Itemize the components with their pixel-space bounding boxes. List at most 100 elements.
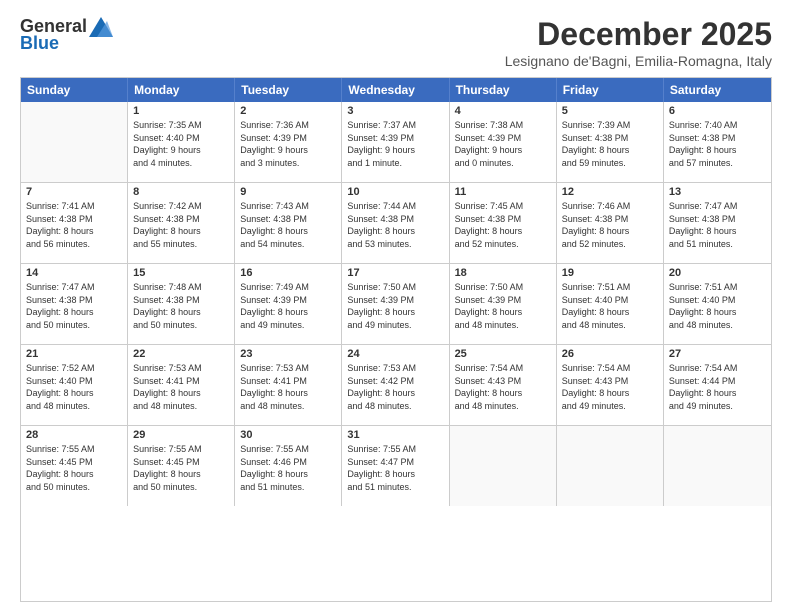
- calendar-row-3: 14Sunrise: 7:47 AMSunset: 4:38 PMDayligh…: [21, 264, 771, 345]
- cell-line: Sunrise: 7:39 AM: [562, 119, 658, 132]
- cell-line: Sunrise: 7:37 AM: [347, 119, 443, 132]
- cell-line: Daylight: 8 hours: [669, 225, 766, 238]
- cell-line: Daylight: 8 hours: [455, 225, 551, 238]
- day-number: 21: [26, 348, 122, 360]
- cell-line: Sunrise: 7:55 AM: [347, 443, 443, 456]
- cell-line: Sunrise: 7:47 AM: [26, 281, 122, 294]
- cell-line: Sunset: 4:43 PM: [455, 375, 551, 388]
- cell-line: Sunrise: 7:42 AM: [133, 200, 229, 213]
- cell-line: Daylight: 8 hours: [26, 387, 122, 400]
- cell-line: and 52 minutes.: [562, 238, 658, 251]
- cell-line: Sunset: 4:38 PM: [455, 213, 551, 226]
- cell-line: and 50 minutes.: [133, 319, 229, 332]
- day-number: 8: [133, 186, 229, 198]
- cell-line: and 48 minutes.: [562, 319, 658, 332]
- cell-line: and 57 minutes.: [669, 157, 766, 170]
- calendar-header-tuesday: Tuesday: [235, 78, 342, 102]
- cell-line: Sunrise: 7:55 AM: [26, 443, 122, 456]
- cell-line: Sunset: 4:42 PM: [347, 375, 443, 388]
- cell-line: Daylight: 9 hours: [347, 144, 443, 157]
- cell-line: and 48 minutes.: [240, 400, 336, 413]
- cell-line: Sunset: 4:40 PM: [562, 294, 658, 307]
- cell-line: Sunrise: 7:54 AM: [455, 362, 551, 375]
- day-number: 15: [133, 267, 229, 279]
- calendar-cell-8: 8 Sunrise: 7:42 AMSunset: 4:38 PMDaylight…: [128, 183, 235, 263]
- cell-line: Sunset: 4:38 PM: [240, 213, 336, 226]
- cell-line: Daylight: 8 hours: [455, 306, 551, 319]
- cell-line: Sunrise: 7:41 AM: [26, 200, 122, 213]
- day-number: 22: [133, 348, 229, 360]
- cell-line: and 50 minutes.: [26, 481, 122, 494]
- cell-line: Daylight: 8 hours: [562, 225, 658, 238]
- cell-line: Sunrise: 7:47 AM: [669, 200, 766, 213]
- cell-line: and 54 minutes.: [240, 238, 336, 251]
- cell-line: Daylight: 8 hours: [240, 306, 336, 319]
- cell-line: Daylight: 8 hours: [669, 387, 766, 400]
- cell-line: Sunset: 4:38 PM: [26, 294, 122, 307]
- calendar-row-2: 7Sunrise: 7:41 AMSunset: 4:38 PMDaylight…: [21, 183, 771, 264]
- cell-line: and 48 minutes.: [455, 400, 551, 413]
- cell-line: Sunrise: 7:46 AM: [562, 200, 658, 213]
- cell-line: and 4 minutes.: [133, 157, 229, 170]
- cell-line: and 51 minutes.: [347, 481, 443, 494]
- logo-icon: [89, 17, 113, 37]
- calendar-cell-19: 19Sunrise: 7:51 AMSunset: 4:40 PMDayligh…: [557, 264, 664, 344]
- cell-line: Sunset: 4:45 PM: [133, 456, 229, 469]
- cell-line: and 48 minutes.: [133, 400, 229, 413]
- day-number: 18: [455, 267, 551, 279]
- cell-line: Daylight: 8 hours: [133, 225, 229, 238]
- cell-line: Sunset: 4:38 PM: [133, 213, 229, 226]
- cell-line: Sunrise: 7:40 AM: [669, 119, 766, 132]
- cell-line: Sunset: 4:38 PM: [562, 213, 658, 226]
- calendar-cell-17: 17Sunrise: 7:50 AMSunset: 4:39 PMDayligh…: [342, 264, 449, 344]
- calendar-cell-9: 9Sunrise: 7:43 AMSunset: 4:38 PMDaylight…: [235, 183, 342, 263]
- cell-line: Sunset: 4:39 PM: [455, 294, 551, 307]
- cell-line: Sunset: 4:38 PM: [562, 132, 658, 145]
- cell-line: Sunset: 4:39 PM: [240, 132, 336, 145]
- cell-line: Sunrise: 7:55 AM: [133, 443, 229, 456]
- calendar-cell-empty-4: [450, 426, 557, 506]
- cell-line: Sunrise: 7:53 AM: [240, 362, 336, 375]
- cell-line: Sunset: 4:38 PM: [669, 213, 766, 226]
- calendar-cell-18: 18 Sunrise: 7:50 AMSunset: 4:39 PMDayligh…: [450, 264, 557, 344]
- day-number: 6: [669, 105, 766, 117]
- cell-line: Daylight: 8 hours: [347, 225, 443, 238]
- cell-line: Sunset: 4:41 PM: [240, 375, 336, 388]
- cell-line: and 49 minutes.: [347, 319, 443, 332]
- cell-line: Sunrise: 7:50 AM: [455, 281, 551, 294]
- calendar-cell-5: 5Sunrise: 7:39 AMSunset: 4:38 PMDaylight…: [557, 102, 664, 182]
- cell-line: Sunrise: 7:54 AM: [669, 362, 766, 375]
- calendar-cell-30: 30Sunrise: 7:55 AMSunset: 4:46 PMDayligh…: [235, 426, 342, 506]
- title-section: December 2025 Lesignano de'Bagni, Emilia…: [505, 16, 772, 69]
- day-number: 17: [347, 267, 443, 279]
- cell-line: Daylight: 8 hours: [240, 387, 336, 400]
- cell-line: Sunset: 4:38 PM: [133, 294, 229, 307]
- calendar-cell-29: 29Sunrise: 7:55 AMSunset: 4:45 PMDayligh…: [128, 426, 235, 506]
- cell-line: and 3 minutes.: [240, 157, 336, 170]
- calendar-cell-15: 15Sunrise: 7:48 AMSunset: 4:38 PMDayligh…: [128, 264, 235, 344]
- day-number: 12: [562, 186, 658, 198]
- cell-line: and 55 minutes.: [133, 238, 229, 251]
- calendar-header-monday: Monday: [128, 78, 235, 102]
- cell-line: Daylight: 8 hours: [562, 144, 658, 157]
- calendar-cell-11: 11Sunrise: 7:45 AMSunset: 4:38 PMDayligh…: [450, 183, 557, 263]
- cell-line: Sunrise: 7:53 AM: [133, 362, 229, 375]
- cell-line: Sunset: 4:43 PM: [562, 375, 658, 388]
- calendar-cell-21: 21Sunrise: 7:52 AMSunset: 4:40 PMDayligh…: [21, 345, 128, 425]
- cell-line: and 51 minutes.: [669, 238, 766, 251]
- cell-line: Daylight: 8 hours: [26, 306, 122, 319]
- cell-line: Sunrise: 7:45 AM: [455, 200, 551, 213]
- day-number: 9: [240, 186, 336, 198]
- day-number: 4: [455, 105, 551, 117]
- cell-line: Daylight: 8 hours: [562, 387, 658, 400]
- day-number: 26: [562, 348, 658, 360]
- calendar-header-thursday: Thursday: [450, 78, 557, 102]
- cell-line: Sunset: 4:38 PM: [669, 132, 766, 145]
- day-number: 2: [240, 105, 336, 117]
- calendar-body: 1Sunrise: 7:35 AMSunset: 4:40 PMDaylight…: [21, 102, 771, 506]
- cell-line: Daylight: 8 hours: [26, 225, 122, 238]
- cell-line: Sunrise: 7:36 AM: [240, 119, 336, 132]
- calendar-cell-27: 27Sunrise: 7:54 AMSunset: 4:44 PMDayligh…: [664, 345, 771, 425]
- cell-line: and 48 minutes.: [26, 400, 122, 413]
- cell-line: Sunrise: 7:52 AM: [26, 362, 122, 375]
